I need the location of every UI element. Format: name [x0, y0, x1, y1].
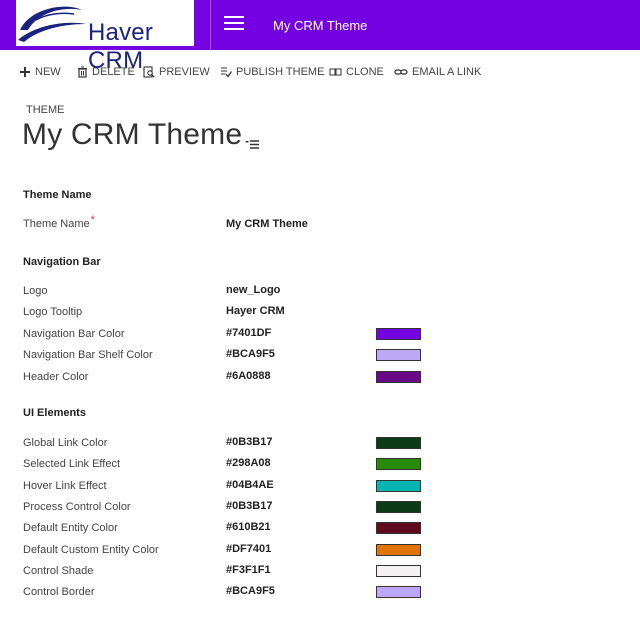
form-selector-menu-icon[interactable] — [244, 138, 260, 150]
field-label: Navigation Bar Shelf Color — [23, 349, 153, 362]
color-swatch — [376, 586, 421, 599]
link-icon — [394, 69, 408, 75]
color-swatch — [376, 522, 421, 535]
field-label-logo: Logo — [23, 285, 48, 297]
field-label: Default Custom Entity Color — [23, 543, 159, 556]
color-swatch — [376, 564, 421, 577]
publish-theme-button[interactable]: PUBLISH THEME — [220, 62, 324, 82]
email-label: EMAIL A LINK — [412, 66, 482, 78]
field-label: Control Border — [23, 586, 95, 599]
nav-divider — [210, 0, 211, 50]
field-value-logo[interactable]: new_Logo — [226, 284, 280, 296]
plus-icon — [20, 67, 30, 77]
field-label: Header Color — [23, 370, 89, 383]
hamburger-menu-icon[interactable] — [224, 16, 244, 32]
color-swatch — [376, 458, 421, 471]
field-label: Process Control Color — [23, 500, 131, 513]
field-value-color-code[interactable]: #BCA9F5 — [226, 585, 275, 597]
color-swatch — [376, 370, 421, 383]
field-value-color-code[interactable]: #04B4AE — [226, 479, 274, 491]
field-label: Default Entity Color — [23, 522, 118, 535]
field-value-color-code[interactable]: #6A0888 — [226, 370, 271, 382]
command-toolbar: NEW DELETE PREVIEW PUBLISH THEME CLONE E… — [0, 62, 640, 82]
section-heading-ui-elements: UI Elements — [23, 407, 86, 419]
field-label: Global Link Color — [23, 437, 108, 449]
required-marker: * — [90, 214, 95, 226]
publish-icon — [221, 67, 232, 78]
field-label: Hover Link Effect — [23, 479, 107, 492]
field-value-color-code[interactable]: #F3F1F1 — [226, 564, 271, 576]
color-swatch — [376, 479, 421, 492]
color-swatch — [376, 328, 421, 340]
publish-label: PUBLISH THEME — [236, 66, 325, 78]
new-button[interactable]: NEW — [19, 62, 61, 82]
field-value-color-code[interactable]: #BCA9F5 — [226, 348, 275, 360]
color-swatch — [376, 437, 421, 449]
section-heading-theme-name: Theme Name — [23, 189, 92, 201]
field-value-logo-tooltip[interactable]: Hayer CRM — [226, 305, 285, 317]
clone-icon — [329, 68, 342, 76]
new-label: NEW — [35, 66, 61, 78]
field-label: Navigation Bar Color — [23, 328, 125, 340]
clone-label: CLONE — [346, 66, 384, 78]
color-swatch — [376, 543, 421, 556]
field-value-color-code[interactable]: #7401DF — [226, 327, 271, 339]
field-value-color-code[interactable]: #0B3B17 — [226, 500, 272, 512]
trash-icon — [78, 66, 87, 78]
field-value-color-code[interactable]: #DF7401 — [226, 543, 271, 555]
field-value-theme-name[interactable]: My CRM Theme — [226, 218, 308, 230]
clone-button[interactable]: CLONE — [329, 62, 384, 82]
navigation-bar: Haver CRM My CRM Theme — [0, 0, 640, 74]
nav-title[interactable]: My CRM Theme — [273, 18, 367, 33]
preview-label: PREVIEW — [159, 66, 210, 78]
field-label: Selected Link Effect — [23, 458, 121, 471]
color-swatch — [376, 500, 421, 513]
field-value-color-code[interactable]: #0B3B17 — [226, 436, 272, 448]
page-title: My CRM Theme — [22, 118, 243, 151]
preview-button[interactable]: PREVIEW — [143, 62, 210, 82]
email-a-link-button[interactable]: EMAIL A LINK — [394, 62, 481, 82]
delete-label: DELETE — [92, 66, 135, 78]
field-value-color-code[interactable]: #610B21 — [226, 521, 271, 533]
color-swatch — [376, 349, 421, 362]
section-heading-navigation-bar: Navigation Bar — [23, 256, 101, 268]
field-label: Control Shade — [23, 564, 94, 577]
field-label-logo-tooltip: Logo Tooltip — [23, 306, 83, 318]
swoosh-logo-icon — [18, 6, 86, 42]
field-label-theme-name: Theme Name* — [23, 214, 95, 230]
delete-button[interactable]: DELETE — [77, 62, 135, 82]
logo[interactable]: Haver CRM — [16, 0, 194, 74]
field-value-color-code[interactable]: #298A08 — [226, 457, 271, 469]
preview-icon — [143, 66, 155, 78]
theme-name-label-text: Theme Name — [23, 218, 90, 230]
entity-type-label: THEME — [26, 104, 65, 116]
